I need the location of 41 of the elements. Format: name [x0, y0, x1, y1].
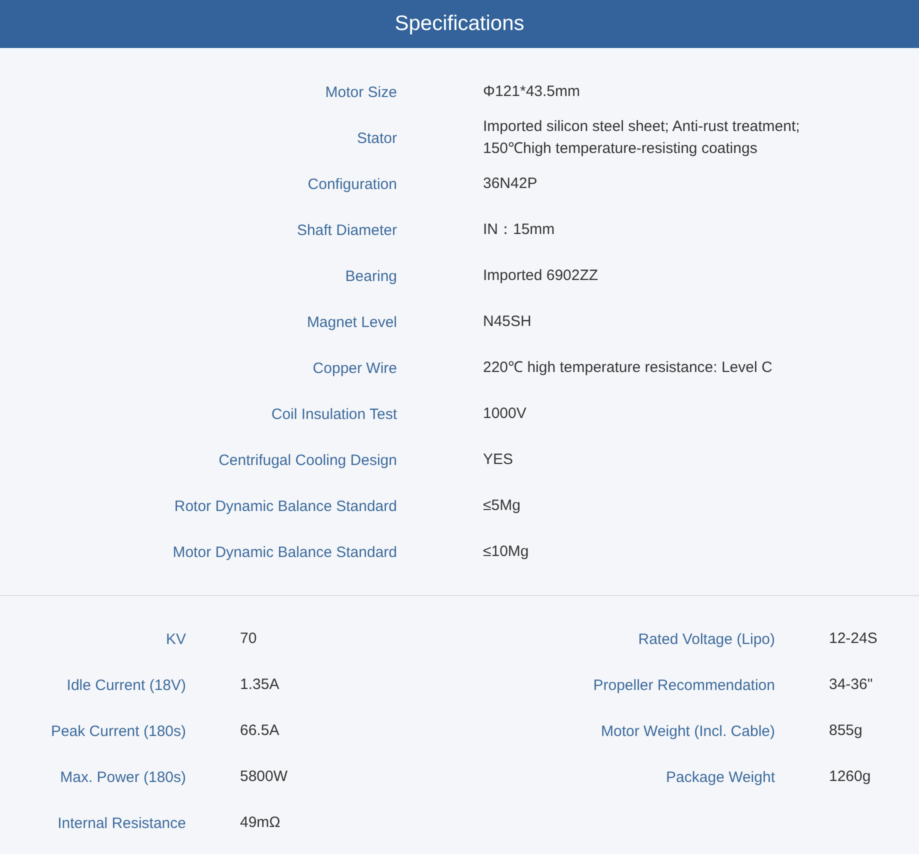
parameter-value: 12-24S [829, 629, 878, 649]
parameter-label: Internal Resistance [56, 814, 186, 834]
parameter-value: 70 [240, 629, 258, 649]
spec-label: Shaft Diameter [296, 220, 397, 240]
parameter-value: 1260g [829, 767, 872, 787]
spec-label: Configuration [306, 174, 397, 194]
parameter-value: 5800W [240, 767, 289, 787]
spec-value: IN：15mm [483, 220, 556, 240]
parameter-label: Peak Current (180s) [50, 722, 186, 742]
spec-value: ≤5Mg [483, 496, 522, 516]
parameter-value: 855g [829, 721, 864, 741]
parameter-label: Propeller Recommendation [592, 676, 775, 696]
spec-label: Centrifugal Cooling Design [218, 450, 397, 470]
spec-value: YES [483, 450, 514, 470]
parameter-label: Rated Voltage (Lipo) [637, 630, 775, 650]
spec-label: Motor Size [324, 82, 397, 102]
spec-value: 1000V [483, 404, 528, 424]
spec-label: Motor Dynamic Balance Standard [172, 542, 397, 562]
spec-value: ≤10Mg [483, 542, 530, 562]
spec-label: Rotor Dynamic Balance Standard [173, 496, 397, 516]
spec-label: Stator [356, 128, 397, 148]
spec-label: Bearing [344, 266, 397, 286]
spec-value: Imported silicon steel sheet; Anti-rust treatment; 150℃high temperature-resisting coatings [483, 117, 801, 159]
spec-value: N45SH [483, 312, 532, 332]
spec-value: Imported 6902ZZ [483, 266, 600, 286]
parameter-label: KV [164, 630, 186, 650]
parameter-label: Package Weight [665, 768, 775, 788]
spec-value: 36N42P [483, 174, 538, 194]
parameter-label: Max. Power (180s) [59, 768, 186, 788]
parameter-label: Idle Current (18V) [66, 676, 186, 696]
parameter-value: 1.35A [240, 675, 280, 695]
parameter-value: 49mΩ [240, 813, 282, 833]
spec-label: Copper Wire [312, 358, 397, 378]
parameter-label: Motor Weight (Incl. Cable) [600, 722, 775, 742]
spec-label: Magnet Level [306, 312, 397, 332]
parameter-value: 66.5A [240, 721, 280, 741]
spec-value: 220℃ high temperature resistance: Level C [483, 358, 774, 378]
parameter-value: 34-36" [829, 675, 874, 695]
section-title: Specifications [394, 12, 524, 36]
spec-label: Coil Insulation Test [270, 404, 397, 424]
spec-value: Φ121*43.5mm [483, 82, 582, 102]
